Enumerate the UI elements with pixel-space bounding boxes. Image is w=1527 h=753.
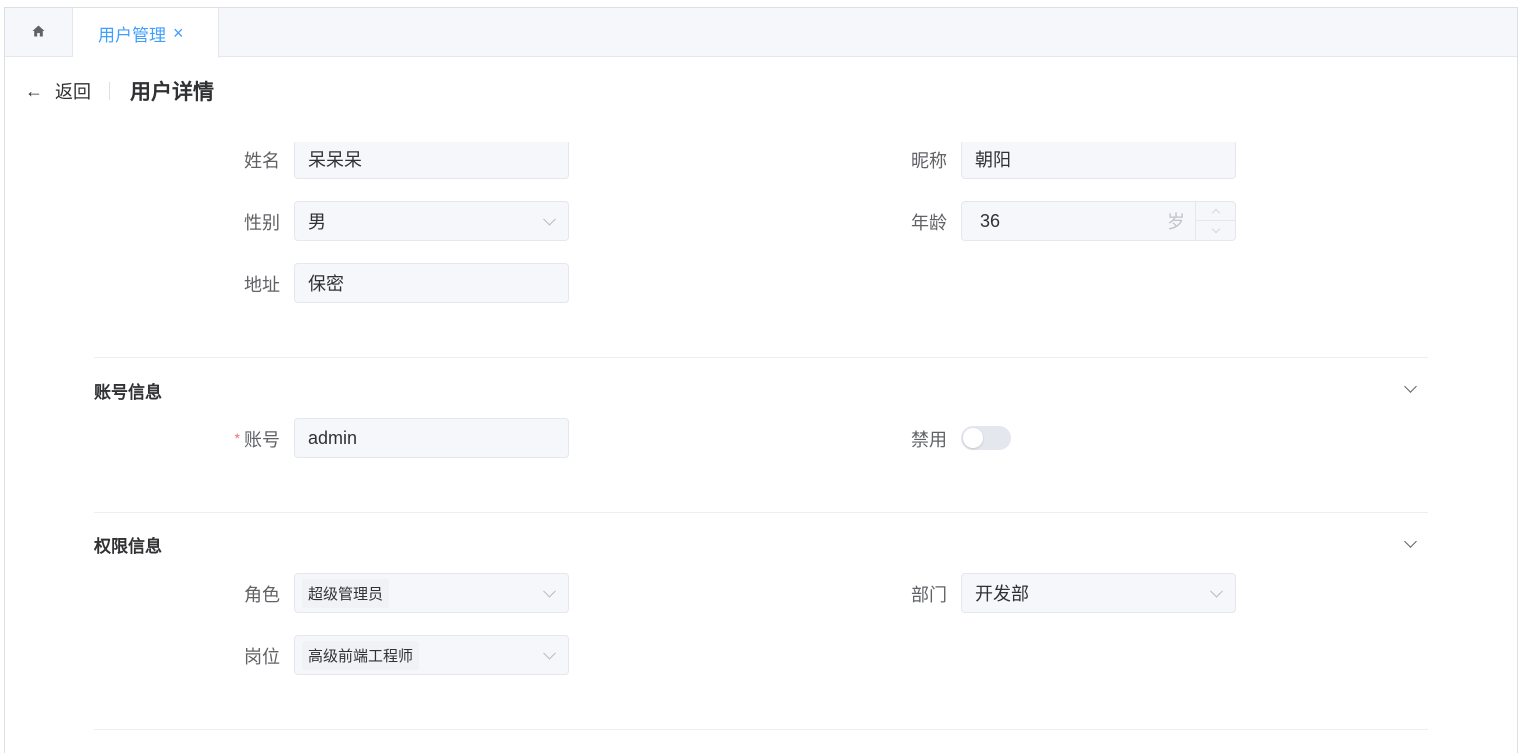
post-tag: 高级前端工程师 bbox=[302, 640, 420, 670]
role-label: 角色 bbox=[244, 585, 280, 605]
dept-select[interactable]: 开发部 bbox=[961, 573, 1236, 613]
nickname-label: 昵称 bbox=[911, 151, 947, 171]
account-value: admin bbox=[308, 427, 358, 448]
chevron-down-icon bbox=[543, 646, 556, 660]
gender-value: 男 bbox=[308, 212, 326, 232]
dept-value: 开发部 bbox=[975, 584, 1029, 604]
main-frame: 用户管理 × ← 返回 用户详情 姓名 呆呆呆 昵称 朝阳 性别 男 年龄 36… bbox=[4, 7, 1518, 753]
address-value: 保密 bbox=[308, 274, 344, 294]
arrow-left-icon: ← bbox=[25, 80, 43, 101]
section-divider bbox=[94, 357, 1428, 358]
role-tag: 超级管理员 bbox=[302, 578, 390, 608]
chevron-down-icon bbox=[543, 212, 556, 226]
chevron-down-icon bbox=[1211, 224, 1220, 233]
chevron-down-icon[interactable] bbox=[1404, 380, 1417, 393]
tab-user-management[interactable]: 用户管理 × bbox=[73, 8, 219, 58]
post-label: 岗位 bbox=[244, 647, 280, 667]
address-field[interactable]: 保密 bbox=[294, 263, 569, 303]
disabled-label: 禁用 bbox=[911, 430, 947, 450]
required-mark: * bbox=[234, 430, 240, 446]
account-label: * 账号 bbox=[160, 426, 280, 452]
permission-section-title: 权限信息 bbox=[94, 537, 162, 556]
age-suffix: 岁 bbox=[1167, 212, 1185, 232]
home-icon bbox=[32, 24, 45, 42]
chevron-down-icon[interactable] bbox=[1404, 535, 1417, 548]
chevron-up-icon bbox=[1211, 208, 1220, 218]
age-number-input[interactable]: 36 岁 bbox=[961, 201, 1236, 241]
age-stepper bbox=[1195, 202, 1235, 240]
tab-bar: 用户管理 × bbox=[5, 8, 1517, 58]
dept-label: 部门 bbox=[911, 585, 947, 605]
post-select[interactable]: 高级前端工程师 bbox=[294, 635, 569, 675]
disabled-toggle[interactable] bbox=[961, 426, 1011, 450]
section-divider bbox=[94, 512, 1428, 513]
role-select[interactable]: 超级管理员 bbox=[294, 573, 569, 613]
back-button[interactable]: ← 返回 bbox=[25, 78, 91, 104]
close-icon[interactable]: × bbox=[173, 24, 184, 42]
header-divider bbox=[109, 82, 110, 100]
name-label: 姓名 bbox=[244, 151, 280, 171]
form-content[interactable]: 姓名 呆呆呆 昵称 朝阳 性别 男 年龄 36 岁 地址 保密 账号信息 * 账… bbox=[5, 142, 1517, 753]
name-field[interactable]: 呆呆呆 bbox=[294, 142, 569, 179]
account-section-title: 账号信息 bbox=[94, 383, 162, 402]
tab-home[interactable] bbox=[5, 8, 73, 57]
gender-label: 性别 bbox=[244, 213, 280, 233]
age-label: 年龄 bbox=[911, 213, 947, 233]
age-value: 36 bbox=[980, 210, 1001, 231]
page-header: ← 返回 用户详情 bbox=[25, 76, 214, 106]
tab-label: 用户管理 bbox=[98, 25, 166, 45]
increase-button[interactable] bbox=[1196, 202, 1235, 221]
back-label: 返回 bbox=[55, 82, 91, 102]
decrease-button[interactable] bbox=[1196, 221, 1235, 240]
nickname-field[interactable]: 朝阳 bbox=[961, 142, 1236, 179]
nickname-value: 朝阳 bbox=[975, 150, 1011, 170]
chevron-down-icon bbox=[1210, 584, 1223, 598]
section-divider bbox=[94, 729, 1428, 730]
page-title: 用户详情 bbox=[130, 81, 214, 104]
account-label-text: 账号 bbox=[244, 430, 280, 450]
chevron-down-icon bbox=[543, 584, 556, 598]
name-value: 呆呆呆 bbox=[308, 150, 362, 170]
gender-select[interactable]: 男 bbox=[294, 201, 569, 241]
account-field[interactable]: admin bbox=[294, 418, 569, 458]
address-label: 地址 bbox=[244, 275, 280, 295]
toggle-knob bbox=[963, 428, 983, 448]
